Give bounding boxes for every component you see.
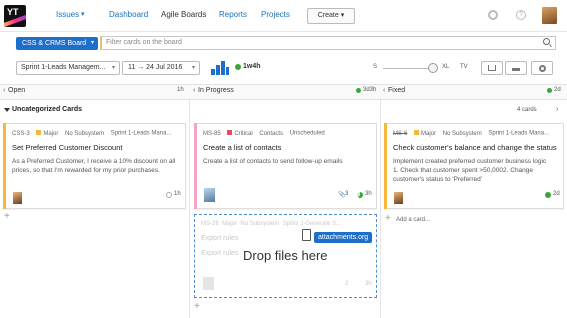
inbox-button[interactable] [481, 61, 503, 75]
swimlane-collapse-icon[interactable] [4, 108, 10, 112]
search-icon[interactable] [543, 38, 550, 45]
collapse-fixed-column-icon[interactable]: ‹ [383, 87, 385, 94]
column-fixed-time: 2d [554, 87, 561, 93]
fixed-time-dot [547, 88, 552, 93]
column-headers [0, 84, 567, 100]
card-description: Implement created preferred customer bus… [393, 158, 547, 183]
issues-dropdown-icon[interactable]: ▾ [81, 10, 85, 18]
board-dropdown-icon[interactable]: ▾ [91, 37, 94, 50]
assignee-avatar[interactable] [13, 192, 22, 204]
priority-marker [36, 130, 42, 135]
youtrack-logo[interactable]: YT [4, 5, 26, 27]
card-time: 1h [174, 191, 181, 197]
attachment-count: 3 [345, 191, 349, 197]
card-title[interactable]: Set Preferred Customer Discount [12, 143, 122, 152]
dragged-file-name: attachments.org [314, 232, 373, 243]
card-subsystem[interactable]: Contacts [259, 131, 283, 137]
burndown-status-dot [235, 64, 241, 70]
assignee-avatar[interactable] [394, 192, 403, 204]
card-time: 3h [365, 191, 372, 197]
nav-agile-boards[interactable]: Agile Boards [161, 10, 206, 19]
column-fixed-title: Fixed [388, 87, 406, 94]
card-description: As a Preferred Customer, I receive a 10%… [12, 158, 176, 174]
time-tracking-icon [545, 192, 551, 198]
ghost-card-title: Export rules [201, 235, 239, 242]
assignee-avatar[interactable] [204, 188, 215, 202]
card-size-xl-label: XL [442, 64, 450, 70]
settings-icon[interactable] [488, 10, 498, 20]
inbox-icon [488, 65, 496, 71]
board-settings-button[interactable] [531, 61, 553, 75]
card-time: 2d [553, 191, 560, 197]
card-ms-6[interactable]: MS-6 Major No Subsystem Sprint 1-Leads M… [384, 123, 564, 209]
nav-issues[interactable]: Issues [56, 10, 79, 19]
drop-files-message: Drop files here [243, 248, 328, 263]
help-icon[interactable]: ? [516, 10, 526, 20]
column-open-title: Open [8, 87, 26, 94]
card-css-3[interactable]: CSS-3 Major No Subsystem Sprint 1-Leads … [3, 123, 186, 209]
add-card-link[interactable]: Add a card... [396, 217, 430, 223]
card-subsystem[interactable]: No Subsystem [443, 131, 482, 137]
burndown-chart-icon[interactable] [211, 61, 229, 75]
nav-projects[interactable]: Projects [261, 10, 290, 19]
card-color-bar [194, 123, 197, 209]
board-view-button[interactable] [505, 61, 527, 75]
time-tracking-icon [166, 192, 172, 198]
column-open-time: 1h [177, 87, 184, 93]
card-sprint[interactable]: Sprint 1-Leads Mana... [488, 131, 549, 137]
ghost-card-time: 3h [365, 281, 372, 287]
nav-reports[interactable]: Reports [219, 10, 247, 19]
card-id[interactable]: CSS-3 [12, 131, 30, 137]
ghost-assignee-avatar [203, 277, 214, 290]
card-title[interactable]: Check customer's balance and change the … [393, 143, 557, 152]
filter-cards-input[interactable]: Filter cards on the board [100, 36, 556, 50]
add-card-plus-icon[interactable]: + [4, 211, 10, 222]
ghost-card-title-secondary: Export rules [201, 250, 239, 257]
swimlane-chevron-icon[interactable]: › [556, 106, 558, 113]
collapse-inprogress-column-icon[interactable]: ‹ [193, 87, 195, 94]
create-button[interactable]: Create ▾ [307, 8, 355, 24]
card-title[interactable]: Create a list of contacts [203, 143, 281, 152]
user-avatar[interactable] [542, 7, 557, 24]
card-ms-85[interactable]: MS-85 Critical Contacts Unscheduled Crea… [194, 123, 377, 209]
card-size-slider[interactable] [383, 68, 433, 69]
card-priority[interactable]: Major [43, 131, 58, 137]
card-priority[interactable]: Major [421, 131, 436, 137]
collapse-open-column-icon[interactable]: ‹ [3, 87, 5, 94]
add-card-plus-icon[interactable]: + [194, 301, 200, 312]
priority-marker [227, 130, 233, 135]
ghost-attachment-count: 2 [345, 281, 349, 287]
swimlane-card-count: 4 cards [517, 107, 537, 113]
sprint-selector[interactable]: Sprint 1-Leads Managem... ▾ [16, 61, 120, 75]
card-subsystem[interactable]: No Subsystem [65, 131, 104, 137]
card-priority[interactable]: Critical [234, 131, 252, 137]
column-divider [189, 98, 190, 318]
nav-dashboard[interactable]: Dashboard [109, 10, 148, 19]
swimlane-title[interactable]: Uncategorized Cards [12, 106, 82, 113]
card-size-tv-label: TV [460, 64, 468, 70]
burndown-remaining-time: 1w4h [243, 63, 261, 70]
time-tracking-icon [357, 192, 363, 198]
board-selector-button[interactable]: CSS & CRMS Board [16, 37, 98, 50]
sprint-dates-selector[interactable]: 11 → 24 Jul 2016 ▾ [122, 61, 200, 75]
card-id[interactable]: MS-6 [393, 131, 407, 137]
card-color-bar [3, 123, 6, 209]
gear-icon [539, 65, 546, 72]
column-divider [380, 98, 381, 318]
column-inprogress-title: In Progress [198, 87, 234, 94]
card-sprint[interactable]: Sprint 1-Leads Mana... [111, 131, 172, 137]
dragged-file-icon [302, 229, 311, 241]
inprogress-time-dot [356, 88, 361, 93]
crown-icon [512, 65, 520, 71]
ghost-card-meta: MS-28 Major No Subsystem Sprint 2-Genera… [201, 221, 342, 227]
card-description: Create a list of contacts to send follow… [203, 158, 343, 165]
priority-marker [414, 130, 420, 135]
card-size-slider-handle[interactable] [428, 63, 438, 73]
card-id[interactable]: MS-85 [203, 131, 221, 137]
column-inprogress-time: 3d3h [363, 87, 377, 93]
card-color-bar [384, 123, 387, 209]
add-card-plus-icon[interactable]: + [385, 213, 391, 224]
card-sprint[interactable]: Unscheduled [290, 131, 325, 137]
card-size-small-label: S [373, 64, 378, 70]
